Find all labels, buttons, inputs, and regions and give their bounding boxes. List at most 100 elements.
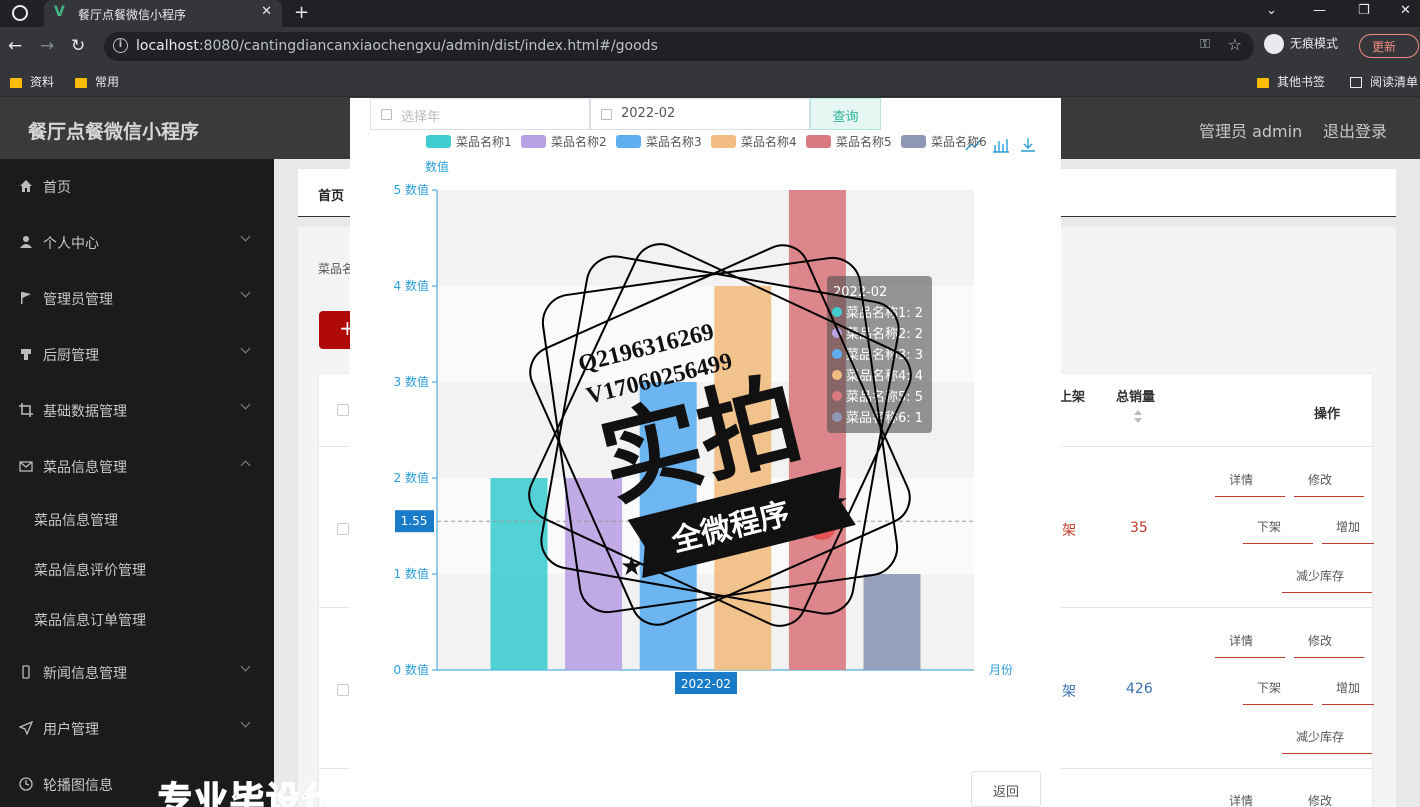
detail-button[interactable]: 详情: [1215, 782, 1285, 807]
restore-icon[interactable]: ❐: [1358, 3, 1370, 18]
increase-stock-button[interactable]: 增加: [1322, 669, 1374, 705]
query-button[interactable]: 查询: [810, 98, 881, 130]
detail-button[interactable]: 详情: [1215, 622, 1285, 658]
offline-button[interactable]: 下架: [1243, 669, 1313, 705]
legend-swatch: [711, 135, 736, 148]
y-tick-label: 3 数值: [394, 374, 429, 389]
sidebar-item-users[interactable]: 用户管理: [0, 715, 274, 745]
tab-close-icon[interactable]: ✕: [261, 4, 272, 19]
legend-label: 菜品名称4: [741, 134, 797, 149]
star-icon: ★: [620, 552, 643, 582]
new-tab-button[interactable]: +: [294, 2, 309, 23]
calendar-icon: [381, 109, 392, 120]
back-arrow-icon[interactable]: ←: [8, 36, 22, 56]
flag-icon: [21, 292, 31, 304]
logout-button[interactable]: 退出登录: [1323, 118, 1387, 142]
send-icon: [19, 721, 33, 735]
bookmark-folder-2[interactable]: 常用: [75, 73, 119, 90]
sidebar-item-home[interactable]: 首页: [0, 173, 274, 203]
address-bar: ← → ↻ i localhost:8080/cantingdiancanxia…: [0, 27, 1420, 66]
back-button[interactable]: 返回: [971, 771, 1041, 807]
year-placeholder: 选择年: [401, 110, 441, 125]
vue-favicon-icon: V: [54, 4, 65, 20]
star-icon: ★: [825, 487, 848, 517]
sidebar-subitem-dishes[interactable]: 菜品信息管理: [34, 510, 118, 530]
sidebar-item-admins[interactable]: 管理员管理: [0, 285, 274, 315]
bookmarks-bar: 资料 常用 其他书签 阅读清单: [0, 66, 1420, 97]
month-picker[interactable]: 2022-02: [590, 98, 810, 130]
watermark-stamp: Q2196316269 V17060256499 实拍 全微程序 ★ ★: [528, 243, 912, 627]
mail-icon: [19, 461, 33, 472]
sort-down-icon[interactable]: [1134, 418, 1142, 423]
tab-search-icon[interactable]: ⌄: [1266, 3, 1277, 18]
url-text: localhost:8080/cantingdiancanxiaochengxu…: [136, 38, 658, 54]
phone-icon: [22, 665, 30, 679]
legend-swatch: [521, 135, 546, 148]
update-button[interactable]: 更新: [1359, 34, 1419, 58]
select-all-checkbox[interactable]: [337, 404, 349, 416]
sidebar-subitem-dish-orders[interactable]: 菜品信息订单管理: [34, 610, 146, 630]
folder-icon: [1257, 77, 1269, 88]
legend-label: 菜品名称3: [646, 134, 702, 149]
sidebar-item-profile[interactable]: 个人中心: [0, 229, 274, 259]
sidebar: 首页 个人中心 管理员管理 后厨管理 基础数据管理 菜品信息管理 菜品信息管理 …: [0, 159, 274, 807]
x-axis-title: 月份: [989, 663, 1013, 677]
browser-tab[interactable]: V 餐厅点餐微信小程序 ✕: [44, 0, 282, 27]
increase-stock-button[interactable]: 增加: [1322, 508, 1374, 544]
reading-list-icon: [1350, 77, 1362, 88]
tab-title: 餐厅点餐微信小程序: [78, 8, 187, 22]
sidebar-item-kitchen[interactable]: 后厨管理: [0, 341, 274, 371]
site-info-icon[interactable]: i: [113, 38, 128, 53]
key-icon[interactable]: ⚿: [1200, 37, 1210, 52]
col-header-actions: 操作: [1314, 407, 1341, 422]
y-tick-label: 4 数值: [394, 278, 429, 293]
url-input[interactable]: i localhost:8080/cantingdiancanxiaocheng…: [104, 32, 1254, 61]
calendar-icon: [601, 109, 612, 120]
breadcrumb-home[interactable]: 首页: [318, 185, 344, 204]
detail-button[interactable]: 详情: [1215, 461, 1285, 497]
globe-icon[interactable]: [12, 5, 28, 21]
y-tick-label: 0 数值: [394, 662, 429, 677]
row-status: 架: [1062, 523, 1076, 539]
chevron-up-icon: [240, 460, 251, 471]
sort-up-icon[interactable]: [1134, 410, 1142, 415]
kitchen-icon: [21, 349, 31, 360]
row-sales: 35: [1130, 520, 1148, 536]
month-value: 2022-02: [621, 106, 676, 121]
chevron-down-icon: [240, 231, 251, 242]
edit-button[interactable]: 修改: [1294, 461, 1364, 497]
minimize-icon[interactable]: —: [1313, 3, 1326, 18]
user-icon: [20, 236, 32, 248]
row-checkbox[interactable]: [337, 684, 349, 696]
chevron-down-icon: [240, 343, 251, 354]
decrease-stock-button[interactable]: 减少库存: [1282, 557, 1372, 593]
incognito-icon: [1264, 34, 1284, 54]
y-tick-label: 5 数值: [394, 182, 429, 197]
sidebar-item-dishes[interactable]: 菜品信息管理: [0, 453, 274, 483]
row-checkbox[interactable]: [337, 523, 349, 535]
crop-icon: [19, 403, 33, 417]
admin-label: 管理员 admin: [1199, 122, 1303, 141]
reading-list[interactable]: 阅读清单: [1350, 73, 1418, 90]
sidebar-item-news[interactable]: 新闻信息管理: [0, 659, 274, 689]
chevron-down-icon: [240, 399, 251, 410]
y-tick-label: 2 数值: [394, 470, 429, 485]
edit-button[interactable]: 修改: [1294, 782, 1364, 807]
legend-swatch: [806, 135, 831, 148]
sidebar-item-basic-data[interactable]: 基础数据管理: [0, 397, 274, 427]
decrease-stock-button[interactable]: 减少库存: [1282, 718, 1372, 754]
forward-arrow-icon[interactable]: →: [40, 36, 54, 56]
bookmark-folder-1[interactable]: 资料: [10, 73, 54, 90]
other-bookmarks[interactable]: 其他书签: [1257, 73, 1325, 90]
clock-icon: [19, 777, 33, 791]
y-tick-label: 1 数值: [394, 566, 429, 581]
edit-button[interactable]: 修改: [1294, 622, 1364, 658]
col-header-sales[interactable]: 总销量: [1116, 386, 1155, 405]
year-picker[interactable]: 选择年: [370, 98, 590, 130]
incognito-indicator[interactable]: 无痕模式: [1264, 34, 1338, 54]
sidebar-subitem-dish-reviews[interactable]: 菜品信息评价管理: [34, 560, 146, 580]
bookmark-star-icon[interactable]: ☆: [1228, 35, 1242, 54]
window-close-icon[interactable]: ✕: [1400, 3, 1411, 18]
offline-button[interactable]: 下架: [1243, 508, 1313, 544]
reload-icon[interactable]: ↻: [71, 36, 85, 56]
